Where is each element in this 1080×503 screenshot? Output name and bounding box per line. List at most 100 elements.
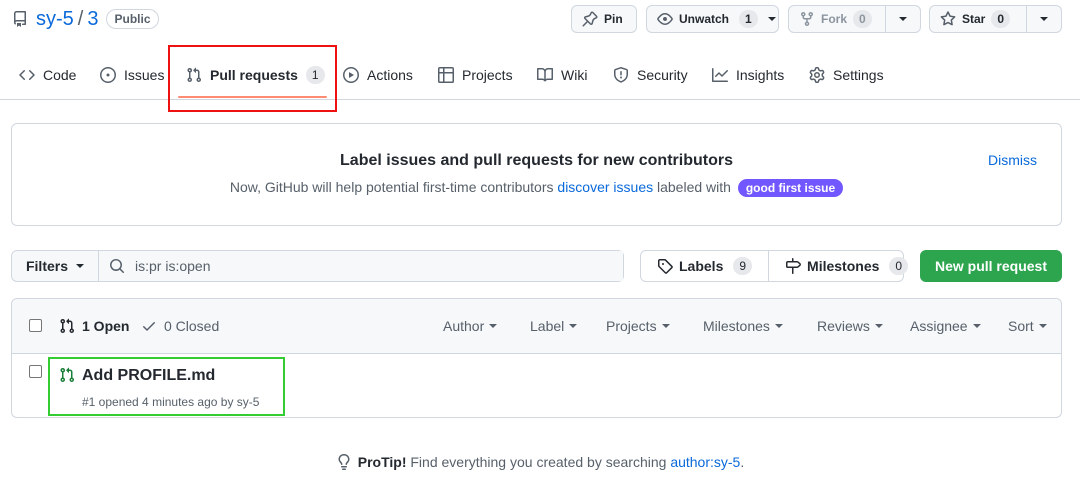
search-input[interactable]: is:pr is:open	[99, 251, 623, 281]
tab-issues[interactable]: Issues	[100, 50, 164, 99]
repo-header: sy-5 / 3 Public	[12, 6, 159, 32]
caret-down-icon	[767, 17, 776, 21]
search-icon	[109, 258, 125, 274]
git-pull-request-icon	[59, 318, 82, 334]
star-button-group: Star 0	[929, 5, 1062, 33]
repo-forked-icon	[799, 11, 815, 27]
milestone-icon	[785, 258, 802, 274]
caret-down-icon	[972, 324, 981, 328]
labels-count: 9	[733, 257, 753, 275]
banner-text: Now, GitHub will help potential first-ti…	[12, 179, 1061, 197]
milestones-count: 0	[889, 257, 909, 275]
reviews-filter[interactable]: Reviews	[817, 318, 883, 334]
sort-menu-label: Sort	[1008, 318, 1034, 334]
dismiss-link[interactable]: Dismiss	[988, 152, 1037, 168]
tab-label: Code	[43, 66, 77, 83]
tab-label: Wiki	[561, 66, 588, 83]
tab-code[interactable]: Code	[19, 50, 76, 99]
tab-label: Issues	[124, 66, 165, 83]
filters-label: Filters	[25, 258, 68, 274]
protip-end: .	[740, 454, 745, 470]
tab-label: Actions	[367, 66, 413, 83]
assignee-filter-label: Assignee	[910, 318, 968, 334]
unwatch-dropdown[interactable]	[764, 17, 784, 21]
repo-nav-tabs: Code Issues Pull requests 1 Actions Proj…	[0, 50, 1080, 100]
author-filter-label: Author	[443, 318, 485, 334]
code-icon	[19, 67, 43, 83]
fork-dropdown[interactable]	[885, 6, 920, 32]
banner-title: Label issues and pull requests for new c…	[340, 152, 733, 169]
tab-label: Settings	[833, 66, 884, 83]
repo-name-link[interactable]: 3	[87, 8, 98, 31]
assignee-filter[interactable]: Assignee	[910, 318, 981, 334]
projects-filter[interactable]: Projects	[606, 318, 670, 334]
check-icon	[141, 318, 164, 334]
milestones-button[interactable]: Milestones 0	[768, 251, 924, 281]
pin-button[interactable]: Pin	[571, 5, 637, 33]
tab-label: Insights	[736, 66, 785, 83]
pin-label: Pin	[604, 12, 623, 26]
label-filter-label: Label	[530, 318, 565, 334]
repo-icon	[12, 11, 28, 27]
tab-label: Security	[637, 66, 688, 83]
discover-issues-link[interactable]: discover issues	[557, 179, 653, 195]
fork-button-group: Fork 0	[788, 5, 921, 33]
fork-count: 0	[853, 10, 872, 28]
open-filter-link[interactable]: 1 Open	[59, 318, 129, 334]
filters-button[interactable]: Filters	[12, 251, 99, 281]
milestones-filter-label: Milestones	[703, 318, 770, 334]
banner-text-before: Now, GitHub will help potential first-ti…	[229, 179, 554, 195]
pin-icon	[582, 11, 598, 27]
caret-down-icon	[899, 17, 907, 21]
select-all-checkbox[interactable]	[29, 319, 42, 332]
label-filter[interactable]: Label	[530, 318, 578, 334]
graph-icon	[712, 67, 736, 83]
fork-button[interactable]: Fork 0	[789, 6, 885, 32]
repo-owner-link[interactable]: sy-5	[36, 8, 74, 31]
tag-icon	[657, 258, 673, 274]
projects-filter-label: Projects	[606, 318, 657, 334]
search-query: is:pr is:open	[135, 258, 211, 274]
milestones-label: Milestones	[807, 258, 880, 274]
list-header: 1 Open 0 Closed Author Label Projects Mi…	[12, 299, 1061, 354]
tab-projects[interactable]: Projects	[438, 50, 513, 99]
caret-down-icon	[489, 324, 498, 328]
tab-insights[interactable]: Insights	[712, 50, 784, 99]
protip: ProTip! Find everything you created by s…	[0, 454, 1080, 470]
unwatch-button[interactable]: Unwatch 1	[646, 5, 779, 33]
visibility-badge: Public	[106, 9, 159, 29]
tab-settings[interactable]: Settings	[809, 50, 884, 99]
issue-opened-icon	[100, 66, 124, 83]
gear-icon	[809, 66, 833, 83]
star-dropdown[interactable]	[1026, 6, 1061, 32]
sort-menu[interactable]: Sort	[1008, 318, 1047, 334]
new-pull-request-button[interactable]: New pull request	[920, 250, 1062, 282]
contributors-banner: Label issues and pull requests for new c…	[11, 123, 1062, 226]
banner-text-after: labeled with	[657, 179, 731, 195]
filter-bar: Filters is:pr is:open	[11, 250, 624, 282]
tab-wiki[interactable]: Wiki	[537, 50, 587, 99]
labels-button[interactable]: Labels 9	[641, 251, 768, 281]
caret-down-icon	[1038, 324, 1047, 328]
tab-security[interactable]: Security	[613, 50, 688, 99]
author-filter[interactable]: Author	[443, 318, 498, 334]
open-count-label: 1 Open	[82, 318, 130, 334]
good-first-issue-label[interactable]: good first issue	[737, 179, 844, 197]
labels-milestones-group: Labels 9 Milestones 0	[640, 250, 909, 282]
shield-icon	[613, 66, 637, 83]
book-icon	[537, 67, 561, 83]
author-search-link[interactable]: author:sy-5	[670, 454, 740, 470]
star-button[interactable]: Star 0	[930, 6, 1026, 32]
star-icon	[940, 11, 956, 27]
reviews-filter-label: Reviews	[817, 318, 870, 334]
caret-down-icon	[874, 324, 883, 328]
star-label: Star	[962, 12, 986, 26]
caret-down-icon	[661, 324, 670, 328]
light-bulb-icon	[336, 454, 352, 470]
milestones-filter[interactable]: Milestones	[703, 318, 783, 334]
caret-down-icon	[569, 324, 578, 328]
closed-filter-link[interactable]: 0 Closed	[141, 318, 219, 334]
tab-actions[interactable]: Actions	[343, 50, 413, 99]
row-checkbox[interactable]	[29, 365, 42, 378]
unwatch-label: Unwatch	[679, 12, 730, 26]
